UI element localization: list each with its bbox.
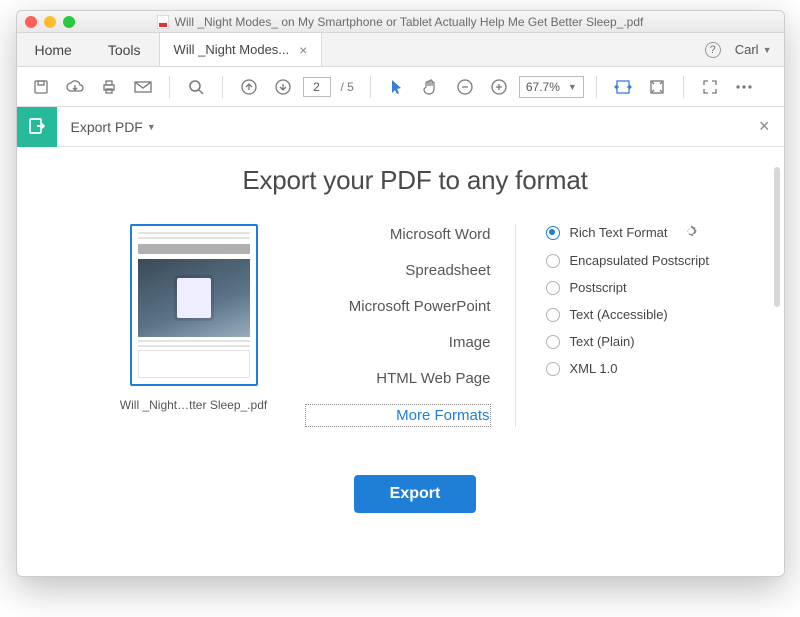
document-tab[interactable]: Will _Night Modes... ×: [159, 33, 323, 66]
window-title: Will _Night Modes_ on My Smartphone or T…: [17, 15, 784, 29]
fit-page-icon[interactable]: [643, 73, 671, 101]
option-label: Rich Text Format: [570, 225, 668, 240]
main-toolbar: 2 / 5 67.7% ▼: [17, 67, 784, 107]
option-label: Postscript: [570, 280, 627, 295]
zoom-in-icon[interactable]: [485, 73, 513, 101]
radio-icon: [546, 335, 560, 349]
export-button[interactable]: Export: [354, 475, 477, 513]
export-pdf-chip-icon: [17, 107, 57, 147]
thumbnail-column: Will _Night…tter Sleep_.pdf: [107, 224, 281, 412]
top-nav-bar: Home Tools Will _Night Modes... × ? Carl…: [17, 33, 784, 67]
zoom-dropdown[interactable]: 67.7% ▼: [519, 76, 584, 98]
mail-icon[interactable]: [129, 73, 157, 101]
separator: [596, 76, 597, 98]
select-tool-icon[interactable]: [383, 73, 411, 101]
minimize-window-button[interactable]: [44, 16, 56, 28]
option-label: Text (Plain): [570, 334, 635, 349]
chevron-down-icon: ▼: [763, 45, 772, 55]
option-text-plain[interactable]: Text (Plain): [546, 334, 709, 349]
panel-headline: Export your PDF to any format: [107, 165, 724, 196]
option-label: XML 1.0: [570, 361, 618, 376]
radio-icon: [546, 308, 560, 322]
page-up-icon[interactable]: [235, 73, 263, 101]
gear-icon[interactable]: [684, 224, 698, 241]
document-thumbnail[interactable]: [130, 224, 258, 386]
more-tools-icon[interactable]: [730, 73, 758, 101]
category-image[interactable]: Image: [305, 332, 491, 353]
radio-icon: [546, 254, 560, 268]
chevron-down-icon: ▼: [568, 82, 577, 92]
user-name-label: Carl: [735, 42, 759, 57]
tool-panel-title[interactable]: Export PDF ▼: [71, 119, 156, 135]
scrollbar[interactable]: [774, 167, 780, 307]
app-window: Will _Night Modes_ on My Smartphone or T…: [16, 10, 785, 577]
fit-width-icon[interactable]: [609, 73, 637, 101]
traffic-lights: [25, 16, 75, 28]
hand-tool-icon[interactable]: [417, 73, 445, 101]
category-word[interactable]: Microsoft Word: [305, 224, 491, 245]
option-text-accessible[interactable]: Text (Accessible): [546, 307, 709, 322]
page-down-icon[interactable]: [269, 73, 297, 101]
option-label: Encapsulated Postscript: [570, 253, 709, 268]
radio-icon: [546, 362, 560, 376]
separator: [370, 76, 371, 98]
page-total-label: / 5: [341, 80, 354, 94]
nav-home[interactable]: Home: [17, 33, 90, 66]
save-icon[interactable]: [27, 73, 55, 101]
format-options-list: Rich Text Format Encapsulated Postscript…: [540, 224, 709, 376]
option-postscript[interactable]: Postscript: [546, 280, 709, 295]
print-icon[interactable]: [95, 73, 123, 101]
document-tab-label: Will _Night Modes...: [174, 42, 290, 57]
page-number-input[interactable]: 2: [303, 77, 331, 97]
option-xml[interactable]: XML 1.0: [546, 361, 709, 376]
vertical-divider: [515, 224, 516, 427]
search-icon[interactable]: [182, 73, 210, 101]
category-html[interactable]: HTML Web Page: [305, 368, 491, 389]
radio-icon: [546, 281, 560, 295]
nav-tools[interactable]: Tools: [90, 33, 159, 66]
close-tab-icon[interactable]: ×: [299, 42, 307, 58]
header-right-tools: ? Carl ▼: [705, 33, 784, 66]
window-titlebar: Will _Night Modes_ on My Smartphone or T…: [17, 11, 784, 33]
option-label: Text (Accessible): [570, 307, 668, 322]
export-panel: Export your PDF to any format Will _Nigh…: [17, 147, 784, 531]
cloud-icon[interactable]: [61, 73, 89, 101]
separator: [169, 76, 170, 98]
category-spreadsheet[interactable]: Spreadsheet: [305, 260, 491, 281]
fullscreen-icon[interactable]: [696, 73, 724, 101]
zoom-out-icon[interactable]: [451, 73, 479, 101]
option-eps[interactable]: Encapsulated Postscript: [546, 253, 709, 268]
separator: [683, 76, 684, 98]
user-menu[interactable]: Carl ▼: [735, 42, 772, 57]
pdf-file-icon: [157, 15, 169, 29]
help-icon[interactable]: ?: [705, 42, 721, 58]
separator: [222, 76, 223, 98]
option-rtf[interactable]: Rich Text Format: [546, 224, 709, 241]
chevron-down-icon: ▼: [147, 122, 156, 132]
format-category-list: Microsoft Word Spreadsheet Microsoft Pow…: [305, 224, 491, 427]
close-window-button[interactable]: [25, 16, 37, 28]
tool-panel-header: Export PDF ▼ ×: [17, 107, 784, 147]
thumbnail-filename: Will _Night…tter Sleep_.pdf: [107, 398, 281, 412]
category-more-formats[interactable]: More Formats: [305, 404, 491, 427]
category-powerpoint[interactable]: Microsoft PowerPoint: [305, 296, 491, 317]
close-panel-icon[interactable]: ×: [759, 116, 770, 137]
radio-icon: [546, 226, 560, 240]
zoom-value-label: 67.7%: [526, 80, 560, 94]
maximize-window-button[interactable]: [63, 16, 75, 28]
